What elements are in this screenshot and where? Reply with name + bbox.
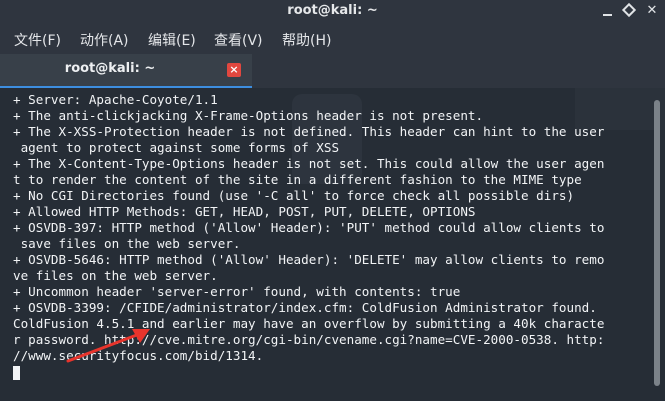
- menu-item-action[interactable]: 动作(A): [80, 30, 129, 50]
- terminal-line: + OSVDB-3399: /CFIDE/administrator/index…: [13, 300, 597, 315]
- title-bar[interactable]: root@kali: ~ ✕: [0, 0, 665, 24]
- terminal-line: + The X-XSS-Protection header is not def…: [13, 124, 605, 139]
- terminal-line: t to render the content of the site in a…: [13, 172, 582, 187]
- red-arrow-icon: [66, 329, 150, 363]
- maximize-icon[interactable]: [624, 5, 634, 15]
- terminal-cursor: [13, 366, 20, 380]
- menu-item-help[interactable]: 帮助(H): [282, 30, 331, 50]
- terminal-window: root@kali: ~ ✕ 文件(F) 动作(A) 编辑(E) 查看(V) 帮…: [0, 0, 665, 401]
- terminal-line: + OSVDB-5646: HTTP method ('Allow' Heade…: [13, 252, 605, 267]
- menu-item-view[interactable]: 查看(V): [214, 30, 263, 50]
- tab-bar: root@kali: ~ ×: [0, 54, 665, 88]
- tab-label: root@kali: ~: [64, 61, 156, 76]
- terminal-line: + No CGI Directories found (use '-C all'…: [13, 188, 575, 203]
- terminal-line: + The X-Content-Type-Options header is n…: [13, 156, 605, 171]
- terminal-line: + Server: Apache-Coyote/1.1: [13, 92, 218, 107]
- terminal-output[interactable]: + Server: Apache-Coyote/1.1 + The anti-c…: [0, 88, 665, 401]
- terminal-line: + Uncommon header 'server-error' found, …: [13, 284, 461, 299]
- terminal-line: + Allowed HTTP Methods: GET, HEAD, POST,…: [13, 204, 476, 219]
- terminal-line: + The anti-clickjacking X-Frame-Options …: [13, 108, 484, 123]
- terminal-line: + OSVDB-397: HTTP method ('Allow' Header…: [13, 220, 605, 235]
- close-icon[interactable]: ✕: [645, 4, 659, 18]
- minimize-icon[interactable]: [601, 6, 613, 18]
- terminal-line: agent to protect against some forms of X…: [13, 140, 340, 155]
- menu-item-edit[interactable]: 编辑(E): [148, 30, 196, 50]
- menu-item-file[interactable]: 文件(F): [14, 30, 61, 50]
- tab-terminal[interactable]: root@kali: ~ ×: [0, 54, 252, 88]
- terminal-line: save files on the web server.: [13, 236, 241, 251]
- menu-bar: 文件(F) 动作(A) 编辑(E) 查看(V) 帮助(H): [0, 24, 665, 54]
- scrollbar-thumb[interactable]: [654, 100, 660, 386]
- terminal-line: ve files on the web server.: [13, 268, 218, 283]
- tab-close-icon[interactable]: ×: [227, 63, 241, 77]
- window-title: root@kali: ~: [287, 3, 378, 18]
